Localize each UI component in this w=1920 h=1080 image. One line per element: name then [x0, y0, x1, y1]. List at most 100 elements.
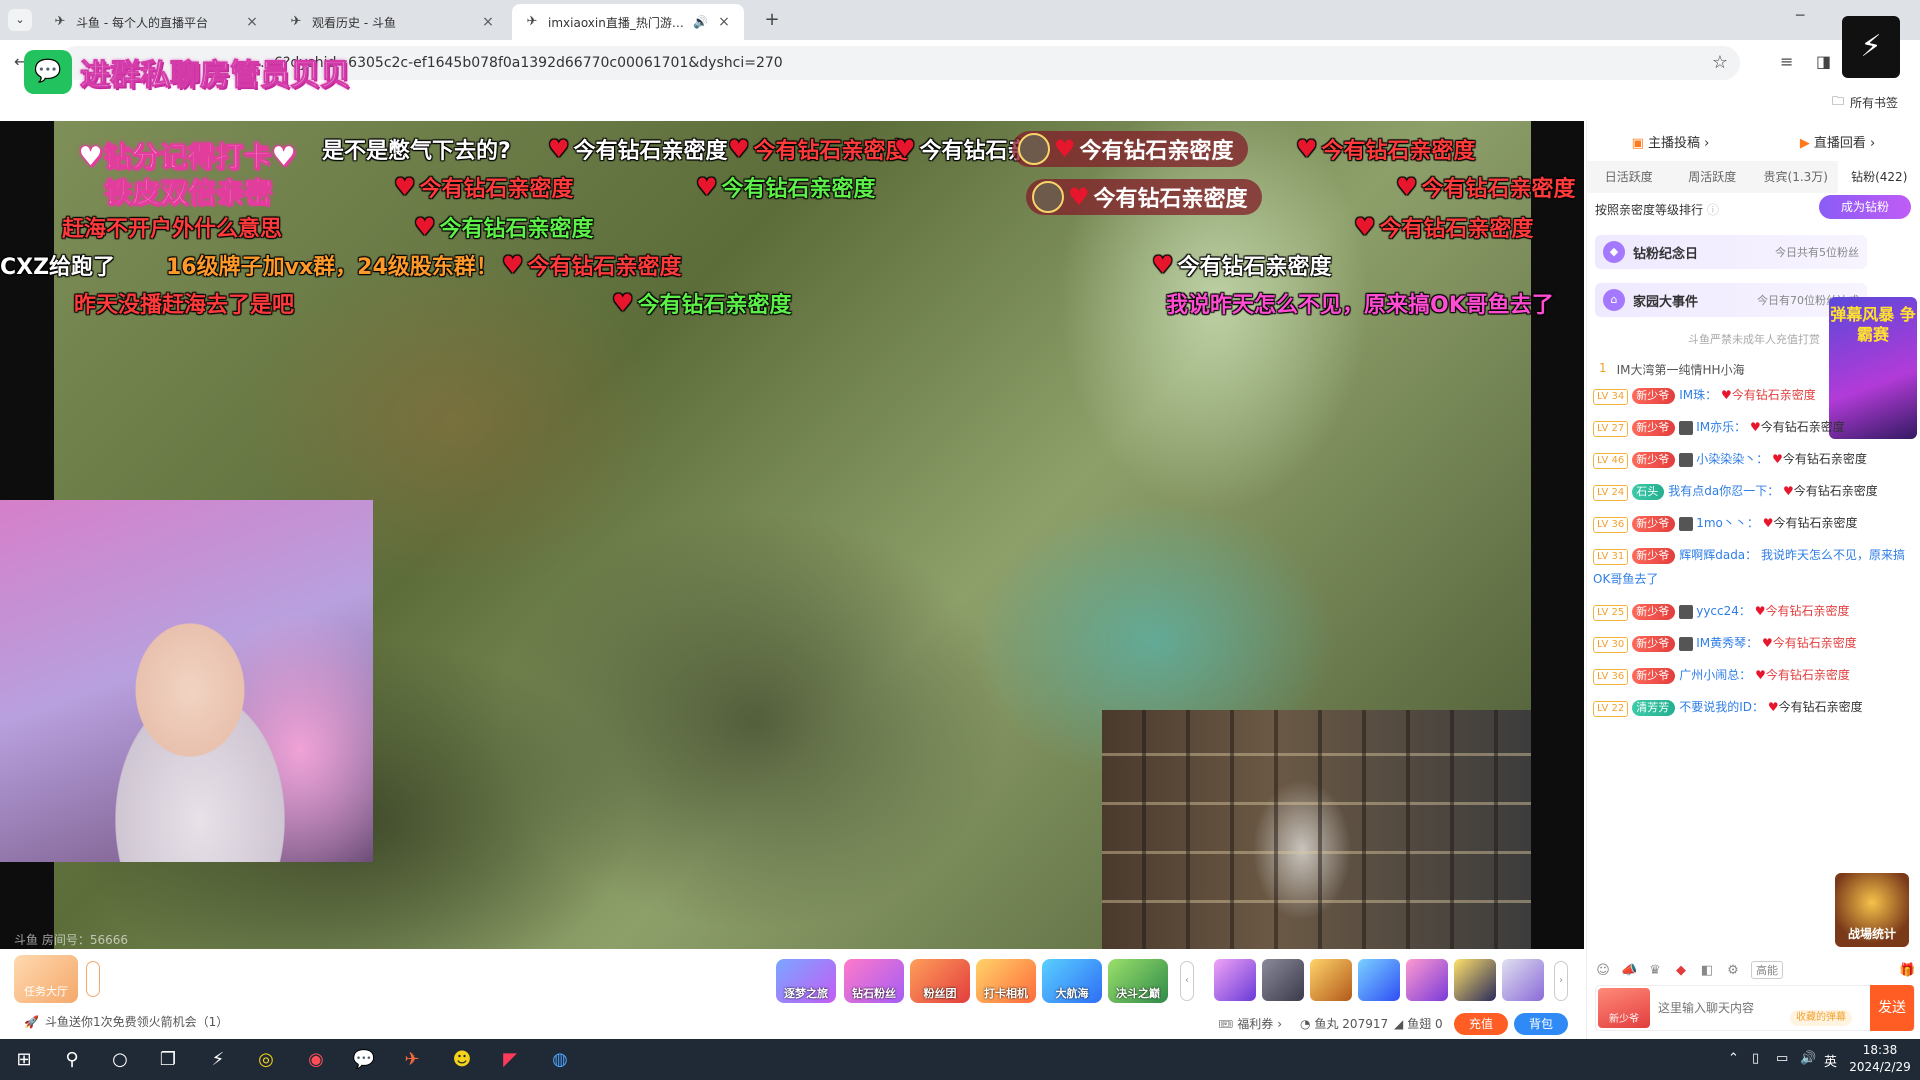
backpack-button[interactable]: 背包 — [1514, 1013, 1568, 1035]
chat-username[interactable]: 1mo丶丶： — [1696, 516, 1759, 530]
task-hall-button[interactable]: 任务大厅 — [14, 955, 78, 1003]
task-view-icon[interactable]: ❐ — [152, 1045, 184, 1075]
video-player[interactable]: ♥钻分记得打卡♥ 铁皮双倍亲密 是不是憋气下去的? ♥ 今有钻石亲密度 ♥ 今有钻石… — [0, 121, 1584, 949]
gift-item[interactable] — [1310, 959, 1352, 1001]
tab-diamond-fans[interactable]: 钻粉(422) — [1837, 161, 1920, 193]
chat-username[interactable]: IM亦乐： — [1696, 420, 1746, 434]
close-icon[interactable]: × — [480, 14, 496, 30]
diamond-badge-icon[interactable]: ◆ — [1673, 963, 1689, 978]
newbie-badge[interactable]: 新少爷 — [1598, 988, 1650, 1028]
task-progress-tag[interactable] — [86, 961, 100, 997]
tab-vip[interactable]: 贵宾(1.3万) — [1754, 161, 1838, 193]
live-replay-link[interactable]: ▶ 直播回看 › — [1754, 132, 1920, 151]
saved-danmaku-button[interactable]: 收藏的弹幕 — [1790, 1010, 1852, 1026]
search-icon[interactable]: ⚲ — [56, 1045, 88, 1075]
diamond-fans-button[interactable]: 钻石粉丝 — [844, 959, 904, 1003]
chat-message: LV 31 新少爷 辉啊辉dada： 我说昨天怎么不见，原来搞OK哥鱼去了 — [1593, 548, 1906, 586]
clock[interactable]: 18:38 2024/2/29 — [1842, 1042, 1918, 1076]
extension-logo-icon[interactable]: ⚡ — [1842, 16, 1900, 78]
megaphone-icon[interactable]: 📣 — [1621, 963, 1637, 978]
gift-item[interactable] — [1454, 959, 1496, 1001]
chat-list[interactable]: LV 34 新少爷 IM珠： ♥今有钻石亲密度 LV 27 新少爷 IM亦乐： ♥今有钻… — [1593, 383, 1913, 727]
tab-search-button[interactable]: ⌄ — [8, 9, 32, 31]
all-bookmarks-button[interactable]: 🗀 所有书签 — [1832, 92, 1898, 113]
gift-item[interactable] — [1502, 959, 1544, 1001]
dream-journey-button[interactable]: 逐梦之旅 — [776, 959, 836, 1003]
crown-icon[interactable]: ♛ — [1647, 963, 1663, 978]
windows-taskbar: ⊞ ⚲ ○ ❐ ⚡ ◎ ◉ 💬 ✈ ☻ ◤ ◍ ⌃ ▯ ▭ 🔊 英 18:38 … — [0, 1039, 1920, 1080]
recharge-button[interactable]: 充值 — [1454, 1013, 1508, 1035]
gift-item[interactable] — [1406, 959, 1448, 1001]
tab-title: 斗鱼 - 每个人的直播平台 — [76, 15, 208, 30]
chat-username[interactable]: 辉啊辉dada： — [1679, 548, 1757, 562]
windows-start-icon[interactable]: ⊞ — [8, 1045, 40, 1075]
fan-tip-text: 斗鱼送你1次免费领火箭机会（1） — [44, 1015, 229, 1029]
high-energy-button[interactable]: 高能 — [1751, 961, 1783, 979]
chat-username[interactable]: 我有点da你忍一下： — [1668, 484, 1779, 498]
chat-username[interactable]: 小染染染丶： — [1696, 452, 1768, 466]
help-icon[interactable]: ⓘ — [1707, 203, 1719, 217]
settings-icon[interactable]: ⚙ — [1725, 963, 1741, 978]
tab-live-room[interactable]: ✈ imxiaoxin直播_热门游戏直播 🔊 × — [512, 4, 744, 40]
home-events-banner[interactable]: ⌂ 家园大事件 今日有70位粉丝达成 — [1595, 283, 1867, 317]
gift-item[interactable] — [1358, 959, 1400, 1001]
app-icon[interactable]: ◎ — [250, 1045, 282, 1075]
tab-watch-history[interactable]: ✈ 观看历史 - 斗鱼 × — [276, 4, 508, 40]
become-diamond-fan-button[interactable]: 成为钻粉 — [1819, 195, 1911, 219]
tab-daily-activity[interactable]: 日活跃度 — [1587, 161, 1671, 193]
wechat-group-ad[interactable]: 💬 进群私聊房管员贝贝 — [24, 50, 351, 94]
network-icon[interactable]: ▭ — [1776, 1051, 1788, 1066]
usb-icon[interactable]: ▯ — [1752, 1051, 1759, 1066]
netease-music-icon[interactable]: ◉ — [300, 1045, 332, 1075]
close-icon[interactable]: × — [716, 14, 732, 30]
chat-message: LV 22 清芳芳 不要说我的ID： ♥今有钻石亲密度 — [1593, 695, 1913, 719]
badge-icon[interactable]: ◧ — [1699, 963, 1715, 978]
chat-username[interactable]: 广州小闹总： — [1679, 668, 1751, 682]
douyu-icon[interactable]: ✈ — [396, 1045, 428, 1075]
free-rocket-tip[interactable]: 🚀 斗鱼送你1次免费领火箭机会（1） — [24, 1013, 228, 1030]
chat-username[interactable]: IM黄秀琴： — [1696, 636, 1758, 650]
chat-username[interactable]: IM珠： — [1679, 388, 1717, 402]
chat-message: LV 46 新少爷 小染染染丶： ♥今有钻石亲密度 — [1593, 447, 1913, 471]
side-panel-icon[interactable]: ◨ — [1816, 52, 1831, 71]
chat-username[interactable]: 不要说我的ID： — [1679, 700, 1764, 714]
volume-icon[interactable]: 🔊 — [1800, 1051, 1816, 1066]
app-icon[interactable]: ⚡ — [202, 1045, 234, 1075]
speaker-icon[interactable]: 🔊 — [693, 15, 708, 29]
battle-stats-ad[interactable]: 战場统计 — [1835, 873, 1909, 947]
cortana-icon[interactable]: ○ — [104, 1045, 136, 1075]
emoji-icon[interactable]: ☺ — [1595, 963, 1611, 978]
gift-item[interactable] — [1262, 959, 1304, 1001]
streamer-submission-link[interactable]: ▣ 主播投稿 › — [1587, 132, 1754, 151]
chat-message: LV 36 新少爷 1mo丶丶： ♥今有钻石亲密度 — [1593, 511, 1913, 535]
gift-item[interactable] — [1214, 959, 1256, 1001]
chevron-left-icon[interactable]: ‹ — [1180, 961, 1194, 1001]
send-button[interactable]: 发送 — [1870, 985, 1914, 1031]
media-control-icon[interactable]: ≡ — [1780, 52, 1793, 71]
danmaku-item: 是不是憋气下去的? — [322, 139, 511, 164]
chevron-up-icon[interactable]: ⌃ — [1728, 1051, 1739, 1066]
gift-icon[interactable]: 🎁 — [1899, 963, 1915, 978]
chat-message: LV 25 新少爷 yycc24： ♥今有钻石亲密度 — [1593, 599, 1913, 623]
wechat-icon[interactable]: 💬 — [348, 1045, 380, 1075]
new-tab-button[interactable]: + — [760, 8, 784, 32]
tab-douyu-home[interactable]: ✈ 斗鱼 - 每个人的直播平台 × — [40, 4, 272, 40]
chat-message: LV 30 新少爷 IM黄秀琴： ♥今有钻石亲密度 — [1593, 631, 1913, 655]
app-icon[interactable]: ☻ — [446, 1045, 478, 1075]
diamond-anniversary-banner[interactable]: ◆ 钻粉纪念日 今日共有5位粉丝 — [1595, 235, 1867, 269]
app-icon[interactable]: ◤ — [494, 1045, 526, 1075]
close-icon[interactable]: × — [244, 14, 260, 30]
sidebar-top-links: ▣ 主播投稿 › ▶ 直播回看 › — [1587, 121, 1920, 161]
welfare-coupon-link[interactable]: 🎟 福利券 › — [1218, 1015, 1282, 1032]
tab-weekly-activity[interactable]: 周活跃度 — [1671, 161, 1755, 193]
duel-peak-button[interactable]: 决斗之巅 — [1108, 959, 1168, 1003]
ime-indicator[interactable]: 英 — [1824, 1051, 1837, 1070]
great-voyage-button[interactable]: 大航海 — [1042, 959, 1102, 1003]
minimize-icon[interactable]: ─ — [1796, 8, 1804, 24]
chat-username[interactable]: yycc24： — [1696, 604, 1751, 618]
chrome-icon[interactable]: ◍ — [544, 1045, 576, 1075]
chevron-right-icon[interactable]: › — [1554, 961, 1568, 1001]
bookmark-star-icon[interactable]: ☆ — [1712, 46, 1728, 80]
fan-club-button[interactable]: 粉丝团 — [910, 959, 970, 1003]
checkin-camera-button[interactable]: 打卡相机 — [976, 959, 1036, 1003]
